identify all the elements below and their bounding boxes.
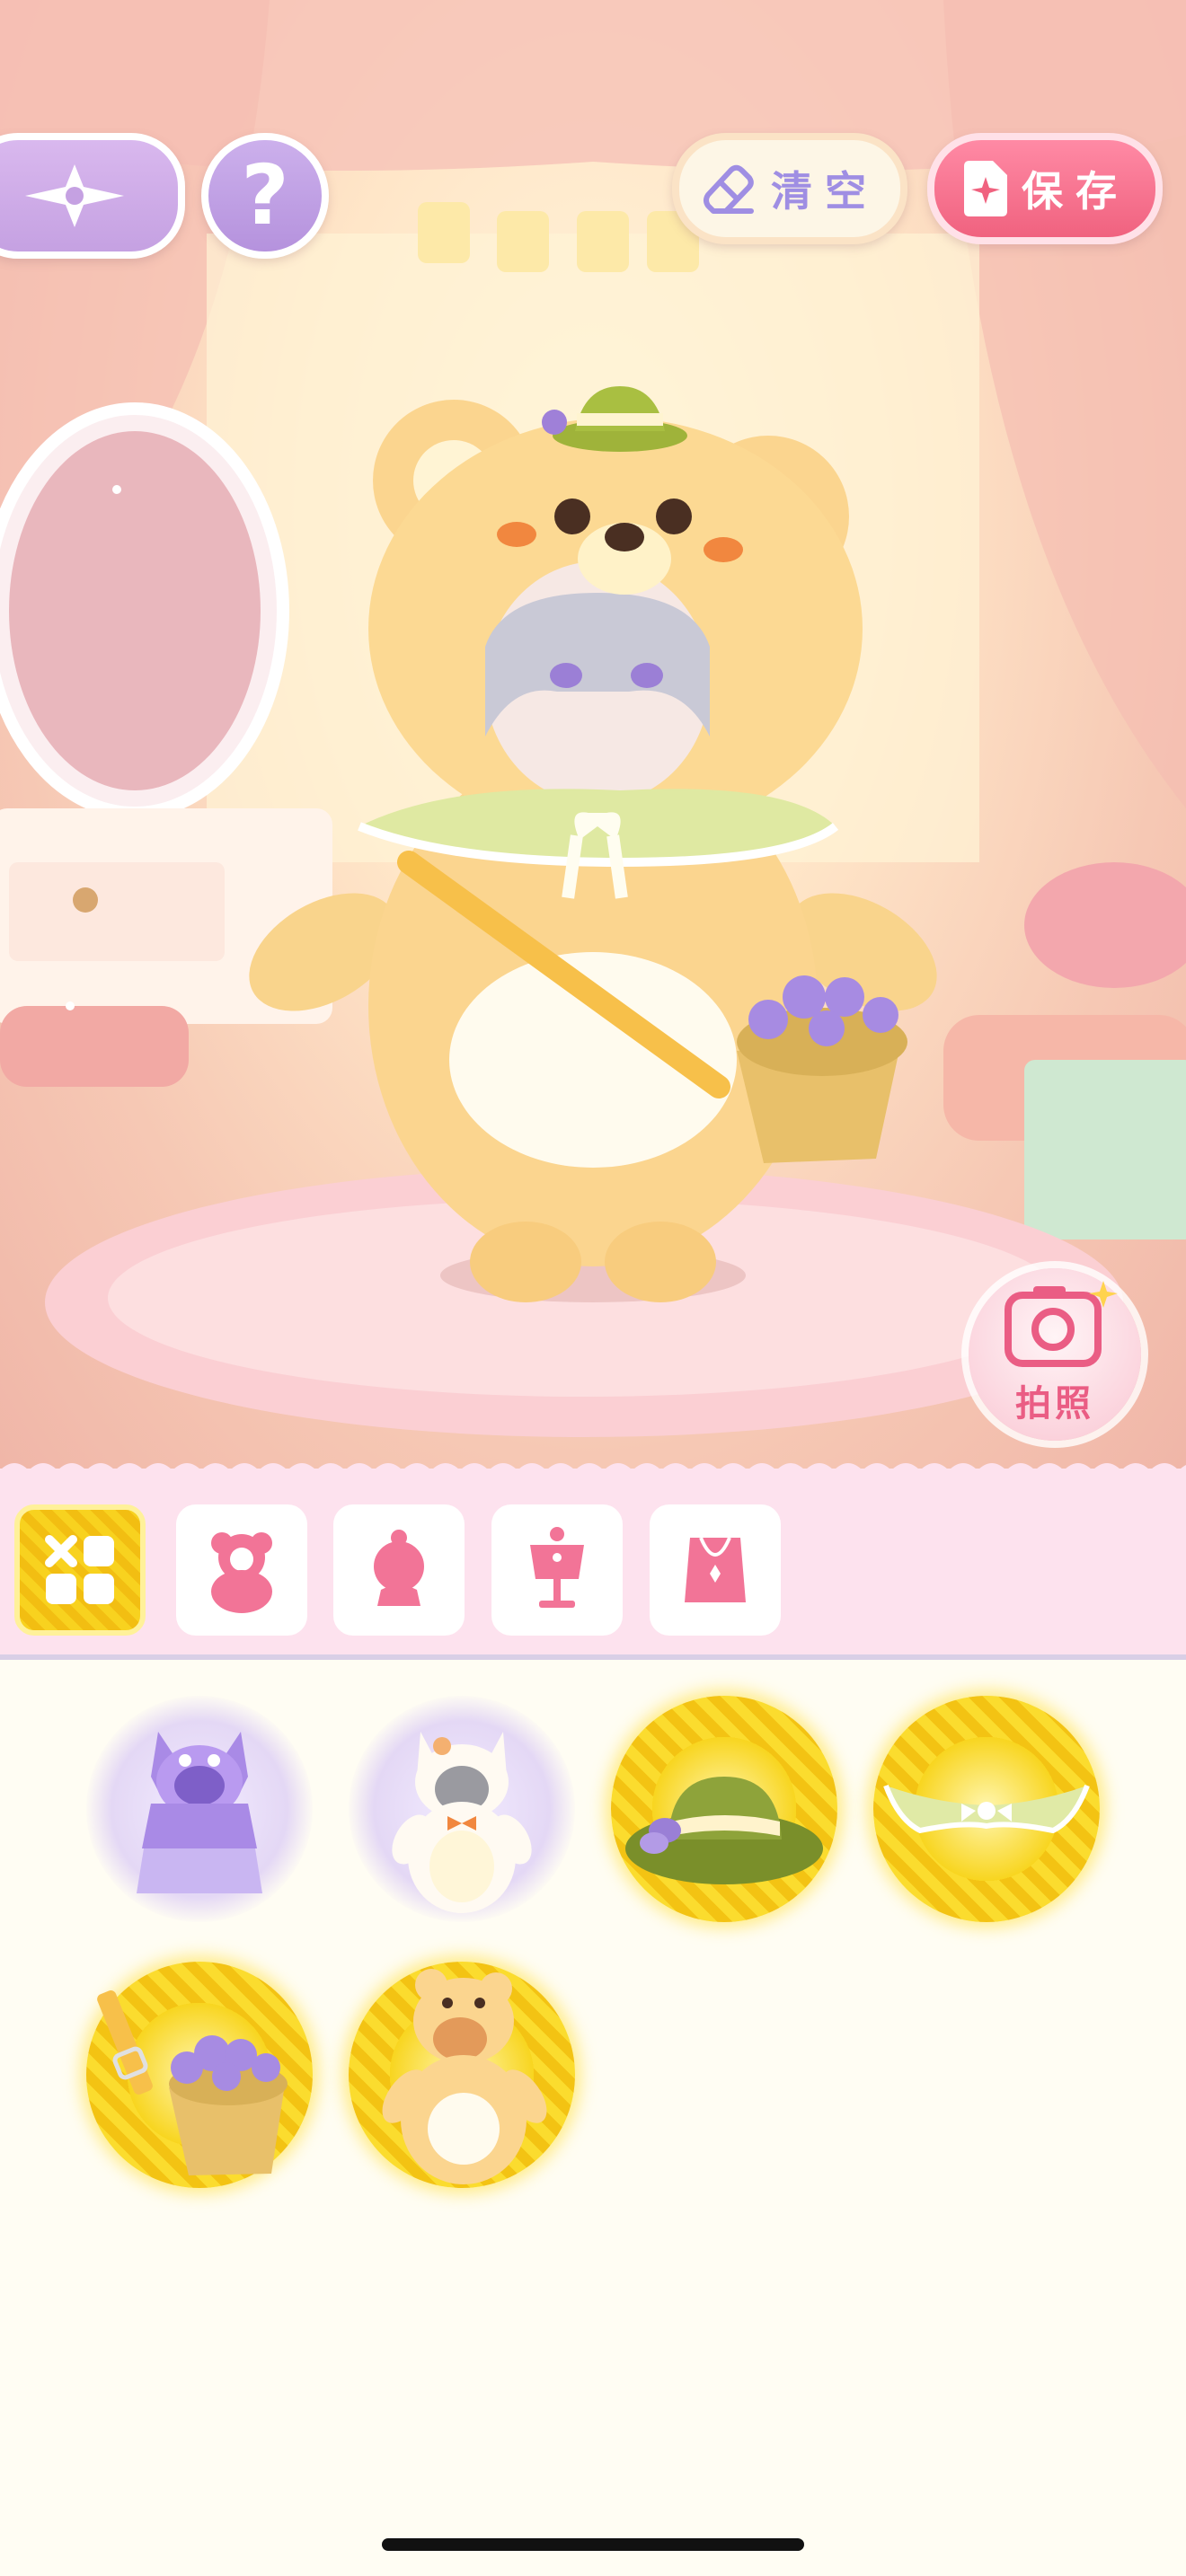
item-grid (0, 1665, 1186, 2527)
bear-suit-icon (211, 1532, 272, 1613)
clear-label: 清空 (771, 167, 879, 216)
home-indicator (382, 2538, 804, 2551)
photo-label: 拍照 (1015, 1383, 1094, 1425)
item-white-cat-costume[interactable] (349, 1696, 575, 1922)
necklace-icon (685, 1537, 746, 1602)
green-hat-icon (625, 1777, 823, 1884)
help-button[interactable]: ? (201, 133, 329, 259)
camera-icon (1005, 1281, 1118, 1367)
save-file-icon (964, 161, 1007, 216)
tab-outfit[interactable] (491, 1504, 623, 1636)
category-tab-bar (0, 1463, 1186, 1660)
clear-button[interactable]: 清空 (672, 133, 907, 244)
mannequin-icon (530, 1527, 584, 1608)
tab-all[interactable] (14, 1504, 146, 1636)
back-button[interactable] (0, 133, 185, 259)
hair-bust-icon (374, 1530, 424, 1606)
collar-cape-icon (883, 1784, 1090, 1834)
scallop-divider (0, 1463, 1186, 1483)
tab-suit[interactable] (176, 1504, 307, 1636)
save-button[interactable]: 保存 (927, 133, 1163, 244)
flower-basket-icon (97, 1990, 288, 2175)
character-preview: ? 清空 保存 拍照 (0, 0, 1186, 1469)
item-purple-cat-hoodie[interactable] (86, 1696, 313, 1922)
item-yellow-bear-costume[interactable] (349, 1962, 575, 2188)
white-cat-icon (392, 1732, 532, 1913)
photo-button[interactable]: 拍照 (969, 1268, 1141, 1441)
item-plaid-collar-cape[interactable] (873, 1696, 1100, 1922)
tab-accessory[interactable] (650, 1504, 781, 1636)
compass-star-icon (25, 164, 124, 227)
eraser-icon (704, 164, 754, 214)
question-icon: ? (241, 147, 289, 243)
item-green-hat[interactable] (611, 1696, 837, 1922)
yellow-bear-icon (382, 1969, 547, 2184)
save-label: 保存 (1022, 167, 1129, 216)
divider (0, 1654, 1186, 1660)
tab-hair[interactable] (333, 1504, 465, 1636)
item-flower-basket-bag[interactable] (86, 1962, 313, 2188)
grid-icon (45, 1535, 114, 1604)
purple-hoodie-icon (137, 1732, 262, 1893)
